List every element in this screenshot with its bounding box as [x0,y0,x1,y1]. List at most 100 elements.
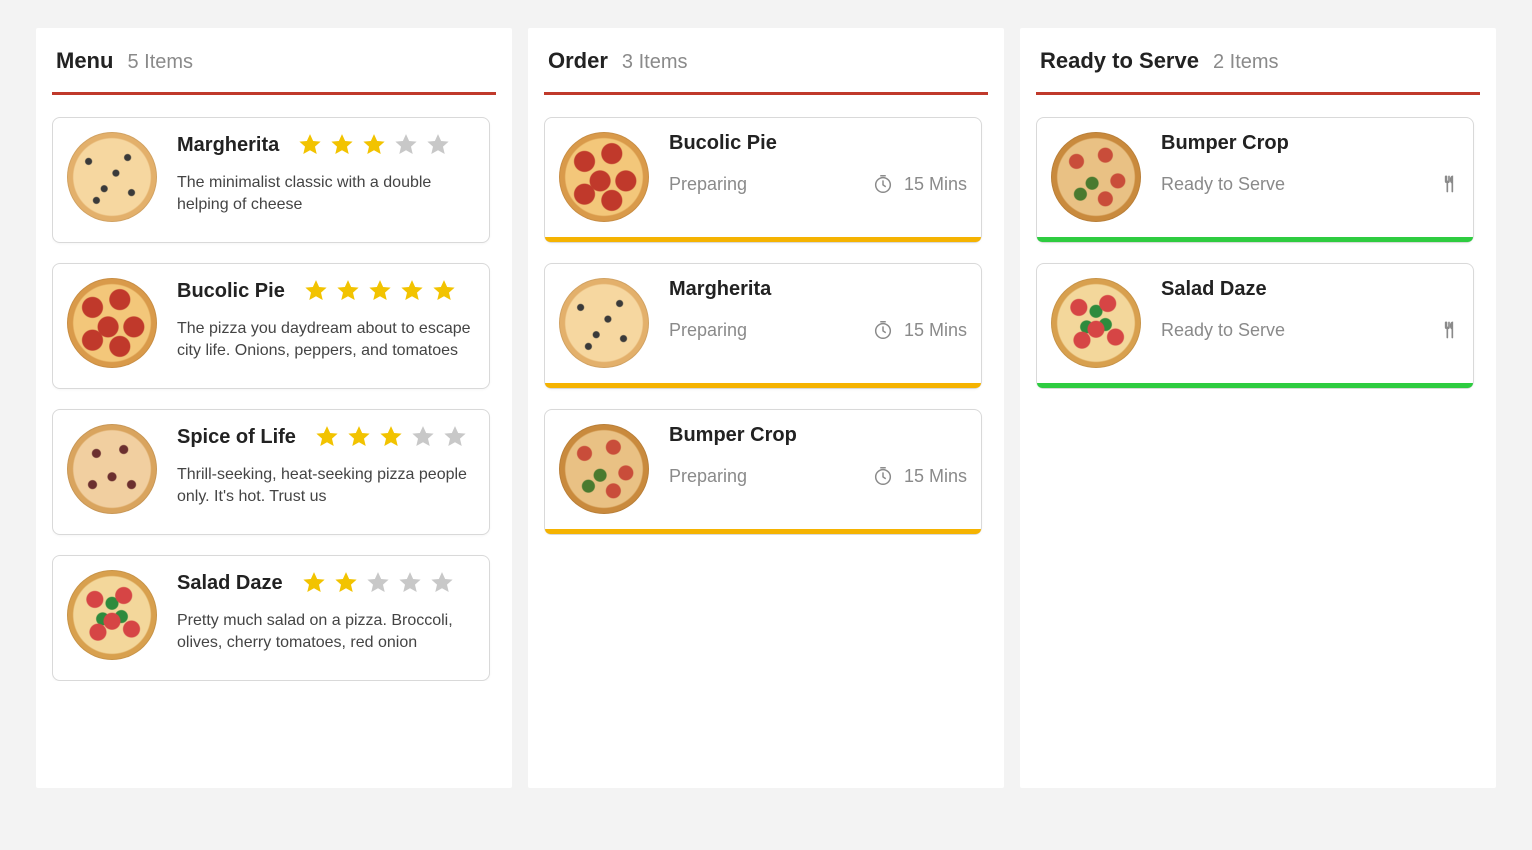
pizza-image [67,570,157,660]
star-icon[interactable] [365,570,391,596]
star-icon[interactable] [303,278,329,304]
column-header-order: Order 3 Items [544,44,988,95]
status-row: Preparing 15 Mins [669,173,967,195]
star-icon[interactable] [399,278,425,304]
star-icon[interactable] [397,570,423,596]
title-row: Salad Daze [177,570,475,596]
item-title: Bumper Crop [1161,132,1459,155]
pizza-image [559,278,649,368]
serve-icon-box [1439,319,1459,341]
ready-card[interactable]: Bumper Crop Ready to Serve [1036,117,1474,243]
time-box: 15 Mins [872,173,967,195]
ready-card[interactable]: Salad Daze Ready to Serve [1036,263,1474,389]
star-icon[interactable] [425,132,451,158]
status-text: Preparing [669,174,747,195]
star-icon[interactable] [367,278,393,304]
progress-bar [545,237,981,242]
pizza-image [67,278,157,368]
menu-card[interactable]: Spice of Life Thrill-seeking, heat-seeki… [52,409,490,535]
pizza-image [1051,278,1141,368]
utensils-icon [1439,319,1459,341]
clock-icon [872,173,894,195]
item-title: Bucolic Pie [669,132,967,155]
item-description: Pretty much salad on a pizza. Broccoli, … [177,610,475,653]
clock-icon [872,465,894,487]
card-body: Bucolic Pie The pizza you daydream about… [177,278,475,374]
item-title: Margherita [177,134,279,157]
serve-icon-box [1439,173,1459,195]
kanban-board: Menu 5 Items Margherita The minimalist c… [0,0,1532,824]
card-body: Spice of Life Thrill-seeking, heat-seeki… [177,424,475,520]
menu-card[interactable]: Salad Daze Pretty much salad on a pizza.… [52,555,490,681]
title-row: Margherita [177,132,475,158]
status-row: Ready to Serve [1161,173,1459,195]
title-row: Bucolic Pie [177,278,475,304]
clock-icon [872,319,894,341]
status-row: Preparing 15 Mins [669,319,967,341]
column-count: 3 Items [622,51,688,74]
ready-card-list[interactable]: Bumper Crop Ready to Serve Salad Daze Re… [1036,117,1480,389]
star-icon[interactable] [346,424,372,450]
star-icon[interactable] [431,278,457,304]
item-title: Salad Daze [177,572,283,595]
star-icon[interactable] [393,132,419,158]
order-card[interactable]: Bucolic Pie Preparing 15 Mins [544,117,982,243]
column-title: Order [548,48,608,74]
item-title: Salad Daze [1161,278,1459,301]
time-label: 15 Mins [904,320,967,341]
menu-card[interactable]: Margherita The minimalist classic with a… [52,117,490,243]
order-card-list[interactable]: Bucolic Pie Preparing 15 Mins Margherita… [544,117,988,535]
card-body: Margherita The minimalist classic with a… [177,132,475,228]
item-description: The minimalist classic with a double hel… [177,172,475,215]
star-icon[interactable] [301,570,327,596]
progress-bar [545,529,981,534]
time-label: 15 Mins [904,466,967,487]
column-menu: Menu 5 Items Margherita The minimalist c… [36,28,512,788]
item-title: Bumper Crop [669,424,967,447]
star-icon[interactable] [297,132,323,158]
time-box: 15 Mins [872,465,967,487]
star-icon[interactable] [378,424,404,450]
column-header-menu: Menu 5 Items [52,44,496,95]
card-body: Salad Daze Pretty much salad on a pizza.… [177,570,475,666]
pizza-image [67,132,157,222]
star-icon[interactable] [410,424,436,450]
progress-bar [545,383,981,388]
order-card[interactable]: Margherita Preparing 15 Mins [544,263,982,389]
status-row: Ready to Serve [1161,319,1459,341]
time-label: 15 Mins [904,174,967,195]
star-icon[interactable] [361,132,387,158]
rating-stars[interactable] [314,424,468,450]
star-icon[interactable] [335,278,361,304]
column-header-ready: Ready to Serve 2 Items [1036,44,1480,95]
column-ready: Ready to Serve 2 Items Bumper Crop Ready… [1020,28,1496,788]
pizza-image [559,132,649,222]
status-text: Ready to Serve [1161,320,1285,341]
item-description: Thrill-seeking, heat-seeking pizza peopl… [177,464,475,507]
star-icon[interactable] [442,424,468,450]
star-icon[interactable] [314,424,340,450]
menu-card-list[interactable]: Margherita The minimalist classic with a… [52,117,496,681]
item-title: Spice of Life [177,426,296,449]
rating-stars[interactable] [297,132,451,158]
rating-stars[interactable] [303,278,457,304]
card-body: Bumper Crop Ready to Serve [1161,132,1459,236]
card-body: Salad Daze Ready to Serve [1161,278,1459,382]
progress-bar [1037,237,1473,242]
pizza-image [559,424,649,514]
status-text: Ready to Serve [1161,174,1285,195]
menu-card[interactable]: Bucolic Pie The pizza you daydream about… [52,263,490,389]
column-order: Order 3 Items Bucolic Pie Preparing 15 M… [528,28,1004,788]
order-card[interactable]: Bumper Crop Preparing 15 Mins [544,409,982,535]
card-body: Margherita Preparing 15 Mins [669,278,967,382]
star-icon[interactable] [329,132,355,158]
rating-stars[interactable] [301,570,455,596]
status-row: Preparing 15 Mins [669,465,967,487]
item-title: Bucolic Pie [177,280,285,303]
item-title: Margherita [669,278,967,301]
star-icon[interactable] [429,570,455,596]
star-icon[interactable] [333,570,359,596]
column-count: 2 Items [1213,51,1279,74]
pizza-image [67,424,157,514]
status-text: Preparing [669,466,747,487]
